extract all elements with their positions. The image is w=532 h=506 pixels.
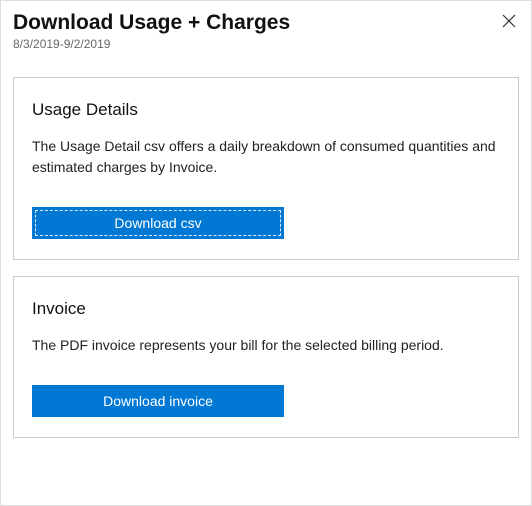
download-csv-button[interactable]: Download csv (32, 207, 284, 239)
invoice-description: The PDF invoice represents your bill for… (32, 335, 500, 355)
usage-details-description: The Usage Detail csv offers a daily brea… (32, 136, 500, 177)
download-invoice-button-label: Download invoice (103, 393, 213, 409)
close-icon (501, 13, 517, 29)
download-csv-button-label: Download csv (114, 215, 201, 231)
download-usage-charges-panel: Download Usage + Charges 8/3/2019-9/2/20… (0, 0, 532, 506)
download-invoice-button[interactable]: Download invoice (32, 385, 284, 417)
close-button[interactable] (499, 11, 519, 31)
header-text: Download Usage + Charges 8/3/2019-9/2/20… (13, 9, 290, 51)
date-range: 8/3/2019-9/2/2019 (13, 37, 290, 51)
invoice-title: Invoice (32, 299, 500, 319)
invoice-section: Invoice The PDF invoice represents your … (13, 276, 519, 438)
usage-details-title: Usage Details (32, 100, 500, 120)
panel-header: Download Usage + Charges 8/3/2019-9/2/20… (13, 9, 519, 61)
panel-title: Download Usage + Charges (13, 9, 290, 36)
usage-details-section: Usage Details The Usage Detail csv offer… (13, 77, 519, 260)
